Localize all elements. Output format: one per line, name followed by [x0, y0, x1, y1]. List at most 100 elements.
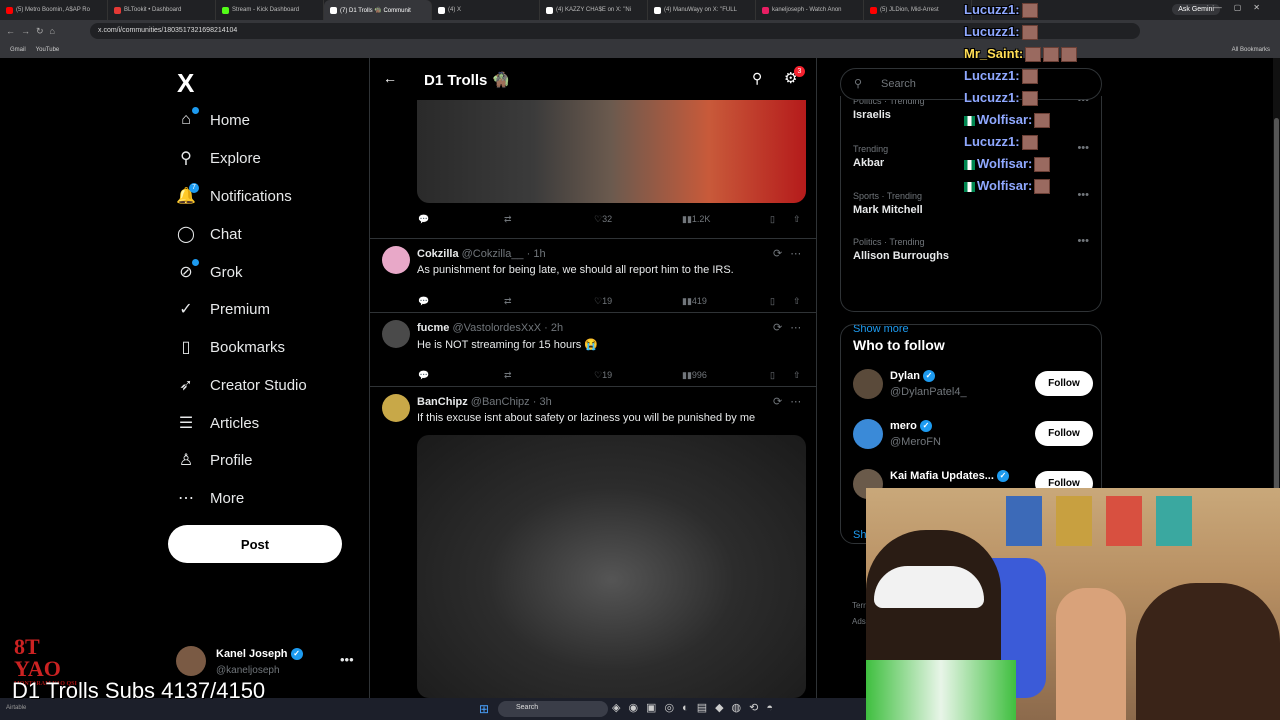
- sidebar-item-creator-studio[interactable]: ➶ Creator Studio: [176, 375, 306, 395]
- more-icon[interactable]: •••: [1077, 189, 1089, 201]
- post-button[interactable]: Post: [168, 525, 342, 563]
- emote-icon: [1021, 69, 1038, 85]
- search-icon[interactable]: ⚲: [752, 70, 762, 87]
- reply-icon[interactable]: 💬: [418, 296, 429, 307]
- browser-tab[interactable]: (5) JLDion, Mid-Arrest: [864, 0, 972, 20]
- browser-tab[interactable]: (5) Metro Boomin, A$AP Ro: [0, 0, 108, 20]
- taskbar-search[interactable]: Search: [498, 701, 608, 717]
- tweet-time[interactable]: 1h: [533, 248, 545, 260]
- sidebar-item-bookmarks[interactable]: ▯ Bookmarks: [176, 337, 285, 357]
- scrollbar-thumb[interactable]: [1274, 118, 1279, 538]
- bookmark-icon[interactable]: ▯: [770, 214, 775, 225]
- more-icon[interactable]: •••: [1077, 235, 1089, 247]
- notification-badge: 7: [189, 183, 199, 193]
- footer-links: Terr Ads: [852, 598, 866, 630]
- like-button[interactable]: ♡ 32: [594, 214, 612, 225]
- bookmark-youtube[interactable]: YouTube: [36, 47, 60, 53]
- post-media-video[interactable]: [417, 435, 806, 698]
- all-bookmarks[interactable]: All Bookmarks: [1232, 47, 1270, 53]
- windows-start-icon[interactable]: ⊞: [479, 702, 489, 716]
- post-media-image[interactable]: [417, 100, 806, 203]
- sidebar-item-label: Notifications: [210, 187, 292, 205]
- browser-tab[interactable]: (4) X: [432, 0, 540, 20]
- show-more-link[interactable]: Sh: [853, 529, 866, 541]
- emote-icon: [1034, 157, 1051, 173]
- author-handle[interactable]: @Cokzilla__: [462, 248, 524, 260]
- author-name[interactable]: Cokzilla: [417, 248, 459, 260]
- sidebar-item-grok[interactable]: ⊘ Grok: [176, 259, 243, 282]
- who-to-follow-heading: Who to follow: [853, 337, 945, 353]
- browser-tab[interactable]: Stream - Kick Dashboard: [216, 0, 324, 20]
- tweet-time[interactable]: 3h: [539, 396, 551, 408]
- bookmark-icon[interactable]: ▯: [770, 370, 775, 381]
- share-icon[interactable]: ⇧: [793, 370, 801, 381]
- follow-suggestion[interactable]: mero ✓ @MeroFN Follow: [853, 415, 1093, 453]
- more-icon[interactable]: •••: [340, 652, 354, 667]
- avatar[interactable]: [853, 419, 883, 449]
- sidebar-item-profile[interactable]: ♙ Profile: [176, 450, 253, 470]
- author-handle[interactable]: @VastolordesXxX: [452, 322, 541, 334]
- ads-link[interactable]: Ads: [852, 614, 866, 630]
- tab-label: Stream - Kick Dashboard: [232, 7, 300, 13]
- sidebar-item-articles[interactable]: ☰ Articles: [176, 413, 259, 433]
- author-name[interactable]: BanChipz: [417, 396, 468, 408]
- taskbar-widget[interactable]: Airtable: [6, 705, 26, 711]
- emote-icon: [1043, 47, 1060, 63]
- tab-label: (4) KAZZY CHA$E on X: "Ni: [556, 7, 632, 13]
- tweet-menu[interactable]: ⟳⋯: [773, 395, 809, 408]
- views-stat[interactable]: ▮▮ 996: [682, 370, 707, 381]
- verified-icon: ✓: [923, 370, 936, 383]
- follow-button[interactable]: Follow: [1035, 371, 1093, 396]
- nav-buttons[interactable]: ←→↻⌂: [0, 26, 90, 37]
- divider: [370, 312, 816, 313]
- chat-message: Mr_Saint:: [964, 46, 1078, 63]
- trend-item[interactable]: Sports · Trending Mark Mitchell •••: [853, 189, 1093, 216]
- repost-icon[interactable]: ⇄: [504, 296, 512, 307]
- views-stat[interactable]: ▮▮ 1.2K: [682, 214, 710, 225]
- sidebar-item-notifications[interactable]: 🔔 7 Notifications: [176, 183, 292, 206]
- bookmark-icon: ▯: [181, 339, 191, 356]
- author-name[interactable]: fucme: [417, 322, 449, 334]
- follow-suggestion[interactable]: Dylan ✓ @DylanPatel4_ Follow: [853, 365, 1093, 403]
- share-icon[interactable]: ⇧: [793, 296, 801, 307]
- tweet-time[interactable]: 2h: [551, 322, 563, 334]
- like-button[interactable]: ♡ 19: [594, 296, 612, 307]
- bookmark-gmail[interactable]: Gmail: [10, 47, 26, 53]
- avatar[interactable]: [382, 246, 410, 274]
- browser-tab[interactable]: (4) ManuWayy on X: "FULL: [648, 0, 756, 20]
- like-button[interactable]: ♡ 19: [594, 370, 612, 381]
- reply-icon[interactable]: 💬: [418, 370, 429, 381]
- sidebar-item-chat[interactable]: ◯ Chat: [176, 224, 242, 244]
- share-icon[interactable]: ⇧: [793, 214, 801, 225]
- more-icon[interactable]: •••: [1077, 142, 1089, 154]
- repost-icon[interactable]: ⇄: [504, 214, 512, 225]
- avatar[interactable]: [382, 394, 410, 422]
- views-stat[interactable]: ▮▮ 419: [682, 296, 707, 307]
- browser-tab[interactable]: (4) KAZZY CHA$E on X: "Ni: [540, 0, 648, 20]
- reply-icon[interactable]: 💬: [418, 214, 429, 225]
- window-controls[interactable]: —▢✕: [1214, 3, 1272, 12]
- back-arrow-icon[interactable]: ←: [383, 70, 397, 86]
- browser-tab[interactable]: kaneljoseph - Watch Anon: [756, 0, 864, 20]
- repost-icon[interactable]: ⇄: [504, 370, 512, 381]
- taskbar-app-icons[interactable]: ◈◉▣◎◐▤◆◍⟲◓: [612, 701, 781, 714]
- tweet-menu[interactable]: ⟳⋯: [773, 321, 809, 334]
- sidebar-item-premium[interactable]: ✓ Premium: [176, 299, 270, 319]
- avatar[interactable]: [382, 320, 410, 348]
- sidebar-item-label: Premium: [210, 300, 271, 318]
- trend-item[interactable]: Politics · Trending Allison Burroughs ••…: [853, 235, 1093, 262]
- bookmark-icon[interactable]: ▯: [770, 296, 775, 307]
- x-logo-icon[interactable]: X: [177, 68, 194, 99]
- author-handle[interactable]: @BanChipz: [471, 396, 530, 408]
- sidebar-item-more[interactable]: ⋯ More: [176, 488, 244, 508]
- avatar[interactable]: [853, 369, 883, 399]
- sidebar-item-explore[interactable]: ⚲ Explore: [176, 148, 261, 168]
- emote-icon: [1021, 3, 1038, 19]
- terms-link[interactable]: Terr: [852, 598, 866, 614]
- sidebar-item-home[interactable]: ⌂ Home: [176, 107, 250, 130]
- tweet-menu[interactable]: ⟳⋯: [773, 247, 809, 260]
- search-placeholder: Search: [881, 78, 916, 90]
- browser-tab[interactable]: BLTookit • Dashboard: [108, 0, 216, 20]
- follow-button[interactable]: Follow: [1035, 421, 1093, 446]
- browser-tab[interactable]: (7) D1 Trolls 🧌 Communit: [324, 0, 432, 20]
